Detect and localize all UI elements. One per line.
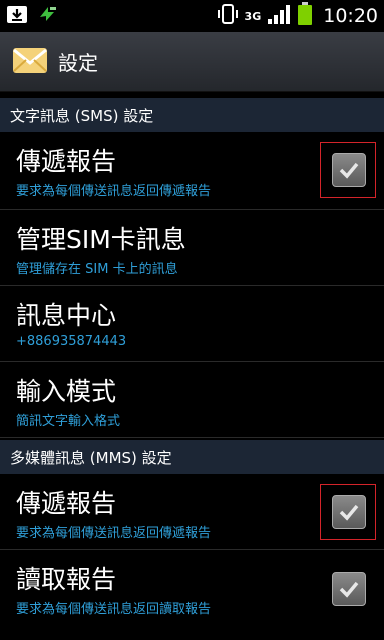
battery-icon (297, 2, 313, 30)
sms-delivery-report-item[interactable]: 傳遞報告 要求為每個傳送訊息返回傳遞報告 (0, 132, 384, 210)
section-title: 多媒體訊息 (MMS) 設定 (10, 448, 172, 467)
mms-section-header: 多媒體訊息 (MMS) 設定 (0, 440, 384, 474)
page-title: 設定 (58, 51, 98, 75)
messaging-envelope-icon (12, 44, 48, 80)
item-title: 訊息中心 (16, 301, 117, 330)
sms-manage-sim-item[interactable]: 管理SIM卡訊息 管理儲存在 SIM 卡上的訊息 (0, 210, 384, 286)
status-bar: 3G 10:20 (0, 0, 384, 32)
item-title: 讀取報告 (16, 565, 117, 594)
mms-read-report-item[interactable]: 讀取報告 要求為每個傳送訊息返回讀取報告 (0, 550, 384, 640)
mms-delivery-report-checkbox[interactable] (332, 495, 366, 529)
section-title: 文字訊息 (SMS) 設定 (10, 106, 154, 125)
sync-icon (36, 3, 58, 29)
item-summary: 簡訊文字輸入格式 (16, 414, 121, 429)
item-summary: 要求為每個傳送訊息返回傳遞報告 (16, 184, 212, 199)
download-icon (6, 3, 28, 29)
mms-delivery-report-item[interactable]: 傳遞報告 要求為每個傳送訊息返回傳遞報告 (0, 474, 384, 550)
mms-read-report-checkbox[interactable] (332, 572, 366, 606)
item-title: 輸入模式 (16, 377, 117, 406)
clock: 10:20 (323, 5, 378, 27)
vibrate-icon (217, 3, 239, 29)
sms-section-header: 文字訊息 (SMS) 設定 (0, 98, 384, 132)
item-title: 管理SIM卡訊息 (16, 225, 186, 254)
item-title: 傳遞報告 (16, 489, 117, 518)
item-title: 傳遞報告 (16, 147, 117, 176)
title-bar: 設定 (0, 32, 384, 92)
sms-delivery-report-checkbox[interactable] (332, 153, 366, 187)
sms-message-center-item[interactable]: 訊息中心 +886935874443 (0, 286, 384, 362)
signal-icon (267, 3, 291, 29)
item-summary: +886935874443 (16, 334, 127, 349)
item-summary: 管理儲存在 SIM 卡上的訊息 (16, 262, 178, 277)
network-type-label: 3G (244, 9, 262, 23)
checkmark-icon (339, 504, 359, 521)
item-summary: 要求為每個傳送訊息返回讀取報告 (16, 602, 212, 617)
item-summary: 要求為每個傳送訊息返回傳遞報告 (16, 526, 212, 541)
checkmark-icon (339, 162, 359, 179)
checkmark-icon (339, 581, 359, 598)
sms-input-mode-item[interactable]: 輸入模式 簡訊文字輸入格式 (0, 362, 384, 438)
